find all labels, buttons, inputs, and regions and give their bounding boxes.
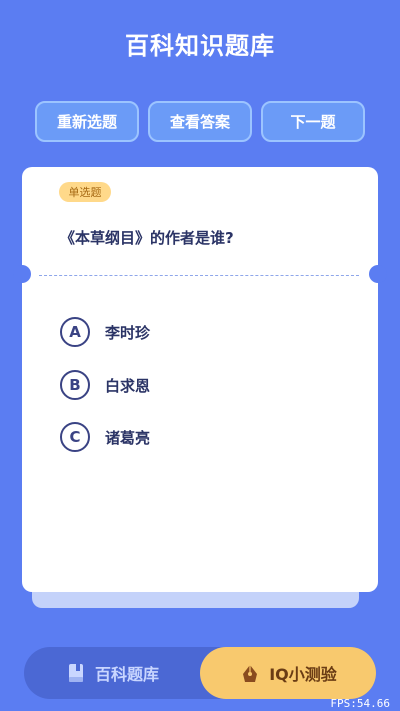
question-text: 《本草纲目》的作者是谁? xyxy=(60,229,234,247)
card-notch-right xyxy=(369,265,387,283)
tab-encyclopedia-bank[interactable]: 百科题库 xyxy=(24,647,200,699)
tab-bank-label: 百科题库 xyxy=(94,665,159,684)
option-c-letter: C xyxy=(60,422,90,452)
bottom-tab-bar: 百科题库 IQ小测验 xyxy=(24,647,376,699)
tab-iq-label: IQ小测验 xyxy=(269,665,337,684)
page-title: 百科知识题库 xyxy=(125,32,275,60)
option-c-text: 诸葛亮 xyxy=(105,428,151,447)
action-buttons: 重新选题 查看答案 下一题 xyxy=(35,101,365,142)
option-a-letter: A xyxy=(60,317,90,347)
question-type-badge: 单选题 xyxy=(59,182,111,202)
book-icon xyxy=(65,662,87,684)
option-a[interactable]: A 李时珍 xyxy=(60,317,320,347)
option-b[interactable]: B 白求恩 xyxy=(60,370,320,400)
fps-counter: FPS:54.66 xyxy=(330,697,390,710)
option-a-text: 李时珍 xyxy=(105,323,151,342)
option-c[interactable]: C 诸葛亮 xyxy=(60,422,320,452)
restart-button[interactable]: 重新选题 xyxy=(35,101,139,142)
next-question-button[interactable]: 下一题 xyxy=(261,101,365,142)
option-b-text: 白求恩 xyxy=(105,376,151,395)
pen-icon xyxy=(239,662,261,684)
tab-iq-quiz[interactable]: IQ小测验 xyxy=(200,647,376,699)
view-answer-button[interactable]: 查看答案 xyxy=(148,101,252,142)
question-card: 单选题 《本草纲目》的作者是谁? A 李时珍 B 白求恩 C 诸葛亮 xyxy=(13,167,387,592)
card-notch-left xyxy=(13,265,31,283)
dashed-divider xyxy=(39,275,359,276)
option-b-letter: B xyxy=(60,370,90,400)
